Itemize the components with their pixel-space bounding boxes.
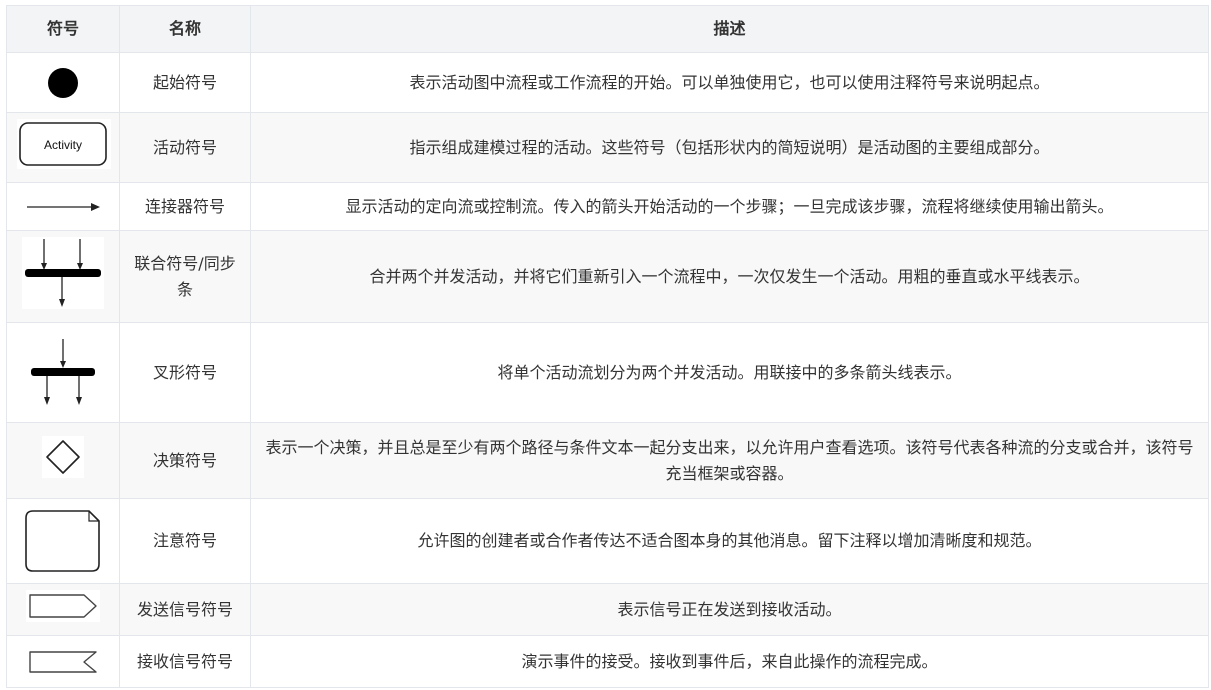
symbol-description: 显示活动的定向流或控制流。传入的箭头开始活动的一个步骤；一旦完成该步骤，流程将继…	[250, 182, 1209, 231]
table-row: 起始符号 表示活动图中流程或工作流程的开始。可以单独使用它，也可以使用注释符号来…	[6, 52, 1209, 113]
symbol-cell	[6, 322, 120, 423]
fork-bar-icon	[31, 338, 95, 405]
symbol-cell	[6, 230, 120, 323]
receive-signal-icon	[29, 650, 97, 673]
join-bar-icon	[25, 238, 101, 307]
filled-circle-icon	[48, 67, 78, 98]
activity-icon-label: Activity	[44, 138, 82, 152]
table-row: 决策符号 表示一个决策，并且总是至少有两个路径与条件文本一起分支出来，以允许用户…	[6, 422, 1209, 499]
symbol-description: 将单个活动流划分为两个并发活动。用联接中的多条箭头线表示。	[250, 322, 1209, 423]
table-row: 连接器符号 显示活动的定向流或控制流。传入的箭头开始活动的一个步骤；一旦完成该步…	[6, 182, 1209, 231]
table-row: 接收信号符号 演示事件的接受。接收到事件后，来自此操作的流程完成。	[6, 635, 1209, 688]
symbol-description: 合并两个并发活动，并将它们重新引入一个流程中，一次仅发生一个活动。用粗的垂直或水…	[250, 230, 1209, 323]
table-row: 发送信号符号 表示信号正在发送到接收活动。	[6, 583, 1209, 636]
symbol-description: 表示信号正在发送到接收活动。	[250, 583, 1209, 636]
header-symbol: 符号	[6, 5, 120, 53]
symbol-name: 接收信号符号	[119, 635, 251, 688]
symbol-description: 表示一个决策，并且总是至少有两个路径与条件文本一起分支出来，以允许用户查看选项。…	[250, 422, 1209, 499]
symbol-cell	[6, 422, 120, 499]
symbol-description: 表示活动图中流程或工作流程的开始。可以单独使用它，也可以使用注释符号来说明起点。	[250, 52, 1209, 113]
header-description: 描述	[250, 5, 1209, 53]
symbol-name: 联合符号/同步条	[119, 230, 251, 323]
symbol-description: 允许图的创建者或合作者传达不适合图本身的其他消息。留下注释以增加清晰度和规范。	[250, 498, 1209, 584]
table-row: 注意符号 允许图的创建者或合作者传达不适合图本身的其他消息。留下注释以增加清晰度…	[6, 498, 1209, 584]
symbol-name: 活动符号	[119, 112, 251, 183]
symbol-cell	[6, 182, 120, 231]
symbol-cell	[6, 52, 120, 113]
symbol-cell: Activity	[6, 112, 120, 183]
diamond-icon	[46, 439, 80, 474]
symbol-description: 演示事件的接受。接收到事件后，来自此操作的流程完成。	[250, 635, 1209, 688]
table-row: 叉形符号 将单个活动流划分为两个并发活动。用联接中的多条箭头线表示。	[6, 322, 1209, 423]
symbol-table: 符号 名称 描述 起始符号 表示活动图中流程或工作流程的开始。可以单独使用它，也…	[6, 5, 1209, 688]
symbol-cell	[6, 498, 120, 584]
symbol-cell	[6, 583, 120, 636]
symbol-name: 连接器符号	[119, 182, 251, 231]
symbol-name: 叉形符号	[119, 322, 251, 423]
symbol-name: 注意符号	[119, 498, 251, 584]
symbol-description: 指示组成建模过程的活动。这些符号（包括形状内的简短说明）是活动图的主要组成部分。	[250, 112, 1209, 183]
activity-rounded-rect-icon: Activity	[19, 121, 107, 166]
symbol-cell	[6, 635, 120, 688]
arrow-right-icon	[27, 202, 100, 211]
table-header-row: 符号 名称 描述	[6, 5, 1209, 53]
note-icon	[25, 510, 100, 572]
table-row: 联合符号/同步条 合并两个并发活动，并将它们重新引入一个流程中，一次仅发生一个活…	[6, 230, 1209, 323]
symbol-name: 发送信号符号	[119, 583, 251, 636]
send-signal-icon	[29, 593, 97, 618]
header-name: 名称	[119, 5, 251, 53]
table-row: Activity 活动符号 指示组成建模过程的活动。这些符号（包括形状内的简短说…	[6, 112, 1209, 183]
symbol-name: 起始符号	[119, 52, 251, 113]
symbol-name: 决策符号	[119, 422, 251, 499]
